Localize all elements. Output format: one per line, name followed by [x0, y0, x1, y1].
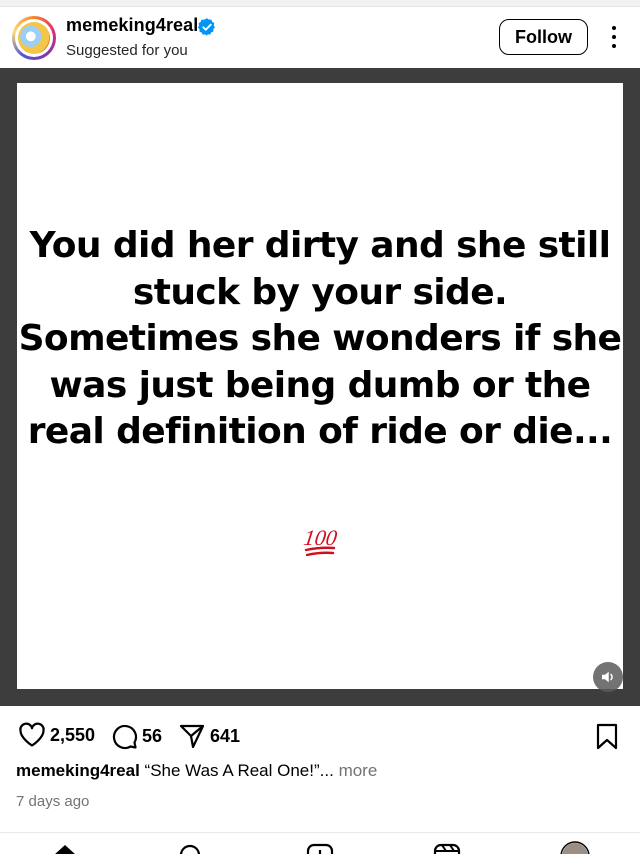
post-header: memeking4real Suggested for you Follow [0, 6, 640, 68]
comment-icon[interactable] [110, 722, 138, 750]
home-icon[interactable] [52, 843, 78, 854]
like-count: 2,550 [50, 724, 96, 745]
bottom-navigation [0, 832, 640, 854]
verified-badge-icon [197, 18, 215, 36]
quote-text: You did her dirty and she still stuck by… [18, 225, 622, 452]
reels-icon[interactable] [433, 843, 461, 854]
comment-action[interactable]: 56 [110, 722, 162, 750]
profile-icon[interactable] [560, 841, 590, 854]
emoji-100-text: 100 [302, 525, 338, 550]
post-media[interactable]: You did her dirty and she still stuck by… [0, 68, 640, 706]
search-icon[interactable] [178, 843, 204, 854]
suggested-label: Suggested for you [66, 42, 188, 59]
caption-ellipsis: ... [319, 761, 334, 780]
post-caption[interactable]: memeking4real “She Was A Real One!”... m… [16, 761, 377, 781]
post-actions: 2,550 56 641 [0, 706, 640, 762]
avatar[interactable] [12, 16, 56, 60]
post-timestamp: 7 days ago [16, 793, 90, 810]
avatar-image [18, 22, 50, 54]
caption-username[interactable]: memeking4real [16, 761, 140, 780]
post-username[interactable]: memeking4real [66, 15, 198, 36]
heart-icon[interactable] [18, 722, 46, 748]
bookmark-icon[interactable] [595, 723, 619, 750]
more-options-icon[interactable] [604, 24, 624, 50]
follow-button[interactable]: Follow [499, 19, 588, 55]
sound-icon [602, 671, 613, 683]
caption-text: “She Was A Real One!” [144, 761, 320, 780]
caption-more-link[interactable]: more [339, 761, 378, 780]
like-action[interactable]: 2,550 [18, 722, 95, 748]
sound-toggle-button[interactable] [593, 662, 623, 692]
share-action[interactable]: 641 [178, 722, 240, 750]
share-count: 641 [210, 725, 241, 746]
post-image: You did her dirty and she still stuck by… [17, 83, 623, 689]
share-icon[interactable] [178, 722, 206, 750]
comment-count: 56 [142, 725, 163, 746]
hundred-points-emoji: 100 [302, 525, 339, 557]
create-icon[interactable] [306, 843, 334, 854]
